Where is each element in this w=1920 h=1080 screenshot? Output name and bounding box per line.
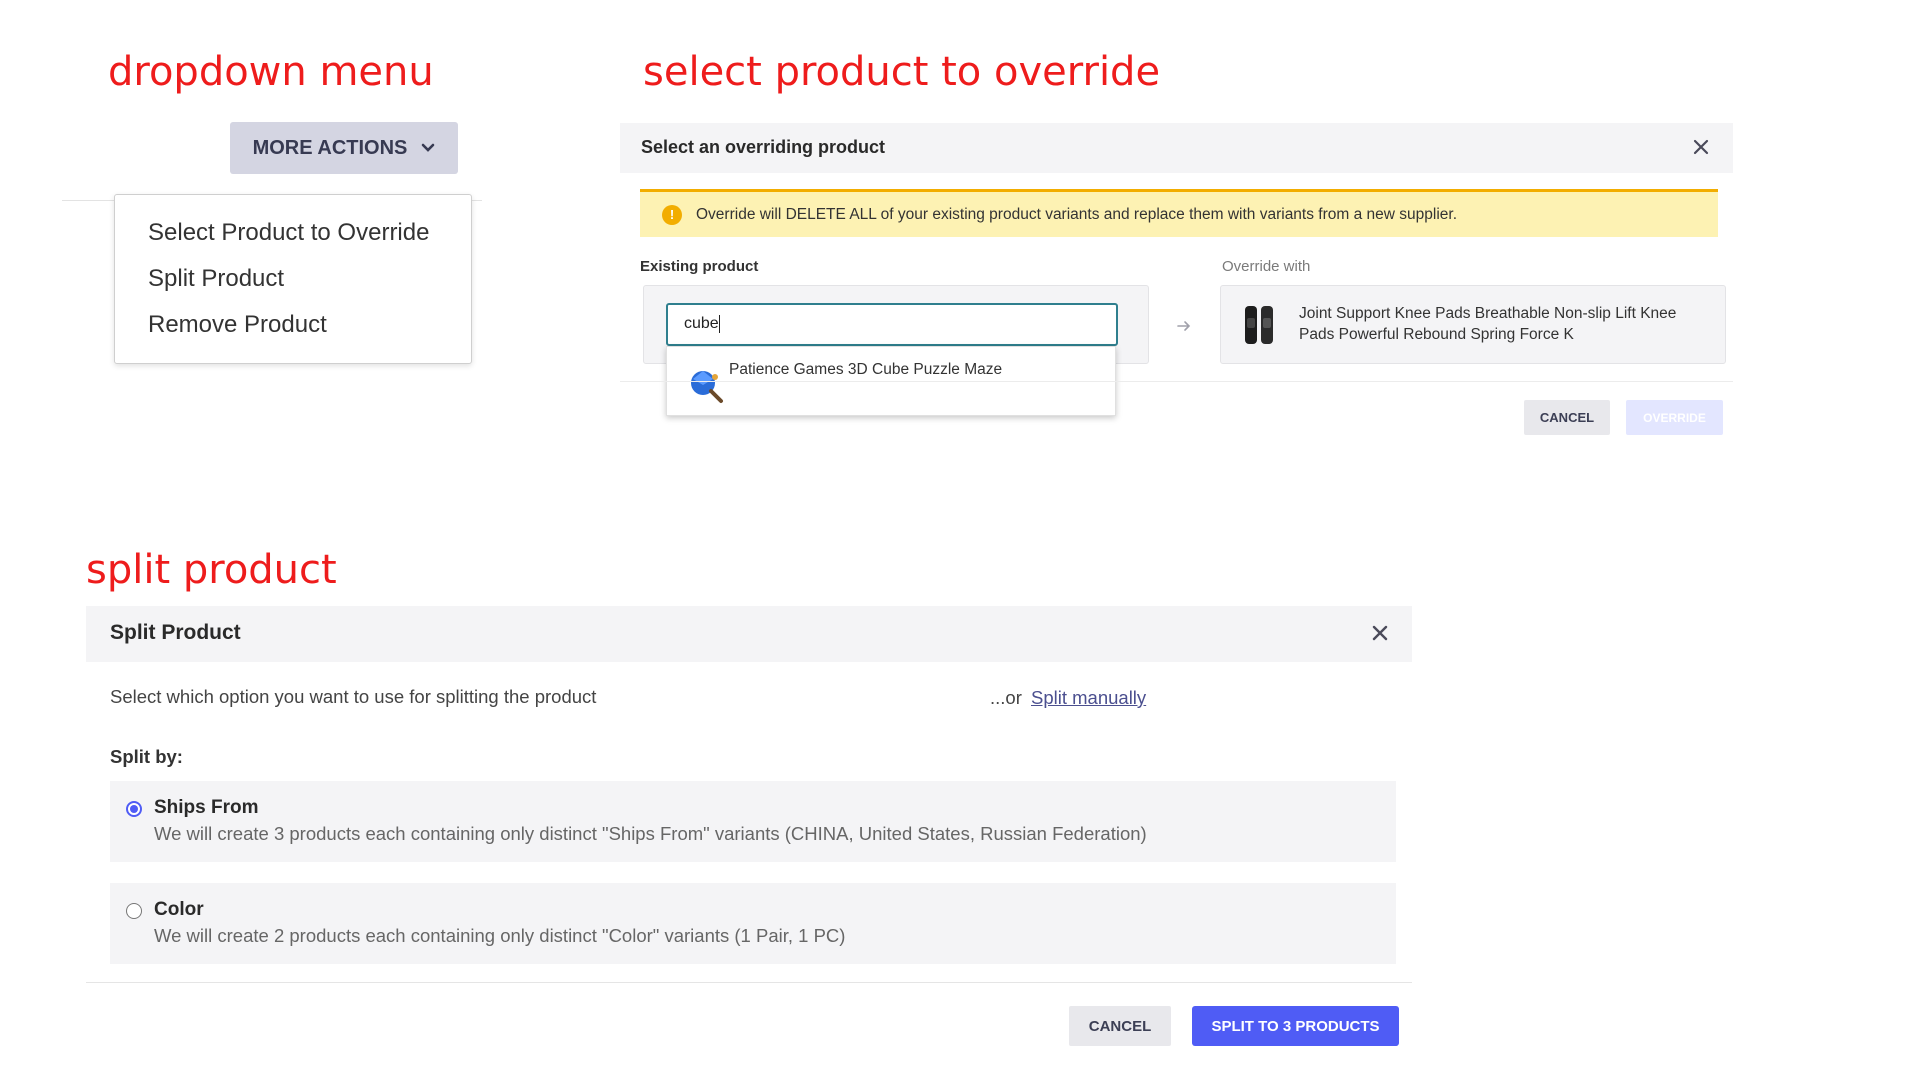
override-cancel-button[interactable]: CANCEL: [1524, 400, 1610, 435]
override-with-label: Override with: [1222, 258, 1311, 275]
warning-banner: ! Override will DELETE ALL of your exist…: [640, 189, 1718, 237]
menu-item-remove-product[interactable]: Remove Product: [148, 311, 327, 339]
cube-puzzle-thumbnail: [691, 371, 723, 403]
close-icon[interactable]: [1370, 623, 1390, 643]
split-option-ships-from[interactable]: Ships From We will create 3 products eac…: [110, 781, 1396, 862]
radio-selected[interactable]: [126, 801, 142, 817]
option-description: We will create 2 products each containin…: [154, 925, 846, 946]
override-button[interactable]: OVERRIDE: [1626, 400, 1723, 435]
override-product-name-line2: Pads Powerful Rebound Spring Force K: [1299, 326, 1574, 343]
knee-pads-thumbnail: [1245, 306, 1273, 344]
caption-split-product: split product: [86, 547, 337, 593]
more-actions-menu: Select Product to Override Split Product…: [114, 194, 472, 364]
split-modal-header: Split Product: [86, 606, 1412, 662]
split-manually-link[interactable]: Split manually: [1031, 687, 1146, 709]
divider: [620, 381, 1733, 382]
radio-unselected[interactable]: [126, 903, 142, 919]
split-option-color[interactable]: Color We will create 2 products each con…: [110, 883, 1396, 964]
option-description: We will create 3 products each containin…: [154, 823, 1147, 844]
chevron-down-icon: [422, 143, 435, 152]
warning-text: Override will DELETE ALL of your existin…: [696, 206, 1457, 223]
split-to-3-products-button[interactable]: SPLIT TO 3 PRODUCTS: [1192, 1006, 1399, 1046]
split-cancel-button[interactable]: CANCEL: [1069, 1006, 1171, 1046]
option-title: Ships From: [154, 797, 259, 818]
split-modal-title: Split Product: [110, 621, 241, 644]
caption-dropdown-menu: dropdown menu: [108, 49, 434, 95]
override-product-name-line1: Joint Support Knee Pads Breathable Non-s…: [1299, 305, 1677, 322]
more-actions-button[interactable]: MORE ACTIONS: [230, 122, 458, 174]
split-instruction: Select which option you want to use for …: [110, 686, 597, 707]
existing-product-label: Existing product: [640, 258, 759, 275]
arrow-right-icon: [1177, 321, 1191, 331]
split-by-label: Split by:: [110, 746, 183, 767]
menu-item-split-product[interactable]: Split Product: [148, 265, 284, 293]
caption-select-product-to-override: select product to override: [643, 49, 1161, 95]
override-product-box: Joint Support Knee Pads Breathable Non-s…: [1220, 285, 1726, 364]
warning-icon: !: [662, 205, 682, 225]
suggestion-text: Patience Games 3D Cube Puzzle Maze: [729, 361, 1003, 378]
menu-item-select-product-to-override[interactable]: Select Product to Override: [148, 219, 429, 247]
search-value: cube: [684, 315, 719, 333]
option-title: Color: [154, 899, 204, 920]
override-modal-header: Select an overriding product: [620, 123, 1733, 173]
close-icon[interactable]: [1691, 137, 1711, 157]
or-text: ...or: [990, 687, 1022, 708]
override-modal-title: Select an overriding product: [641, 137, 886, 157]
divider: [86, 982, 1412, 983]
search-input[interactable]: cube: [666, 303, 1118, 346]
more-actions-label: MORE ACTIONS: [252, 136, 408, 159]
